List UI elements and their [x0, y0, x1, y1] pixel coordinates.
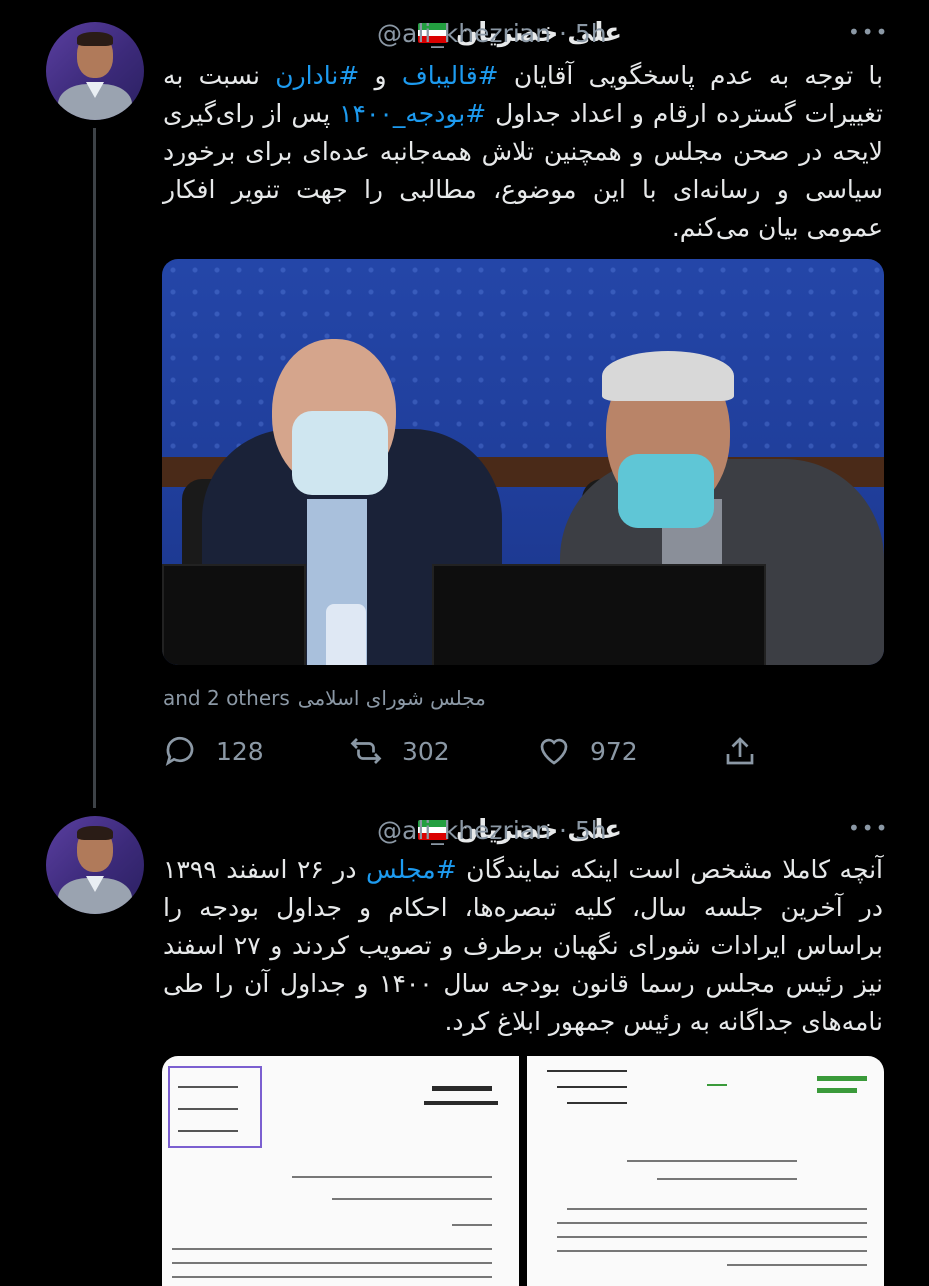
tweet-text-segment: با توجه به عدم پاسخگویی آقایان	[498, 61, 883, 90]
thread-connector-line	[93, 128, 96, 808]
hashtag-link[interactable]: #قالیباف	[402, 61, 499, 90]
avatar[interactable]	[46, 22, 144, 120]
like-count: 972	[590, 736, 638, 766]
like-button[interactable]: 972	[536, 733, 638, 769]
tweet-photo[interactable]	[162, 259, 884, 665]
author-handle[interactable]: @ali_khezrian	[377, 19, 551, 48]
tweet-document-images[interactable]	[162, 1056, 884, 1286]
reply-button[interactable]: 128	[162, 733, 264, 769]
tweet-time[interactable]: 5h	[575, 816, 607, 845]
tagged-more[interactable]: and 2 others	[163, 686, 290, 710]
retweet-count: 302	[402, 736, 450, 766]
author-handle[interactable]: @ali_khezrian	[377, 816, 551, 845]
hashtag-link[interactable]: #بودجه_۱۴۰۰	[339, 99, 486, 128]
tweet-text-segment: آنچه کاملا مشخص است اینکه نمایندگان	[456, 855, 884, 884]
hashtag-link[interactable]: #مجلس	[366, 855, 457, 884]
hashtag-link[interactable]: #نادارن	[275, 61, 359, 90]
reply-count: 128	[216, 736, 264, 766]
tweet-time[interactable]: 5h	[575, 19, 607, 48]
share-icon	[726, 737, 754, 765]
like-icon	[540, 738, 568, 765]
document-image-right[interactable]	[527, 1056, 884, 1286]
more-icon[interactable]: •••	[848, 20, 889, 44]
tagged-account[interactable]: مجلس شورای اسلامی	[298, 686, 486, 710]
more-icon[interactable]: •••	[848, 816, 889, 840]
tweet-text: با توجه به عدم پاسخگویی آقایان #قالیباف …	[163, 57, 883, 247]
separator-dot: ·	[558, 18, 567, 48]
avatar[interactable]	[46, 816, 144, 914]
share-button[interactable]	[722, 733, 758, 769]
retweet-button[interactable]: 302	[348, 733, 450, 769]
document-image-left[interactable]	[162, 1056, 519, 1286]
tweet-text-segment: و	[359, 61, 402, 90]
tweet-text: آنچه کاملا مشخص است اینکه نمایندگان #مجل…	[163, 851, 883, 1041]
separator-dot: ·	[558, 815, 567, 845]
retweet-icon	[350, 738, 382, 764]
reply-icon	[165, 736, 194, 767]
